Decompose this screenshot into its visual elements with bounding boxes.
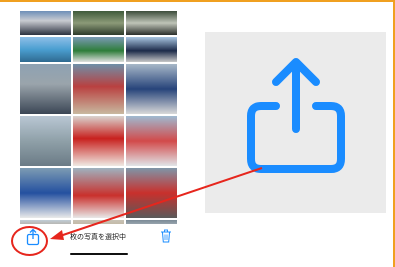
photo-thumbnail[interactable]	[20, 168, 71, 218]
photo-thumbnail[interactable]	[20, 64, 71, 114]
photo-thumbnail[interactable]	[20, 116, 71, 166]
photo-thumbnail[interactable]	[73, 11, 124, 35]
highlight-circle	[11, 226, 48, 256]
selection-count-label: 枚の写真を選択中	[70, 233, 126, 241]
photo-thumbnail[interactable]	[126, 168, 177, 218]
zoomed-share-panel	[205, 32, 386, 213]
photo-grid	[20, 11, 179, 242]
trash-icon[interactable]	[160, 229, 172, 243]
photo-thumbnail[interactable]	[73, 116, 124, 166]
photo-thumbnail[interactable]	[126, 37, 177, 62]
photo-thumbnail[interactable]	[20, 11, 71, 35]
photo-thumbnail[interactable]	[126, 64, 177, 114]
share-icon	[247, 58, 345, 173]
photo-thumbnail[interactable]	[126, 11, 177, 35]
photo-thumbnail[interactable]	[73, 168, 124, 218]
photo-thumbnail[interactable]	[20, 37, 71, 62]
photo-thumbnail[interactable]	[73, 37, 124, 62]
photo-thumbnail[interactable]	[73, 64, 124, 114]
photo-thumbnail[interactable]	[126, 116, 177, 166]
home-indicator	[70, 253, 128, 255]
